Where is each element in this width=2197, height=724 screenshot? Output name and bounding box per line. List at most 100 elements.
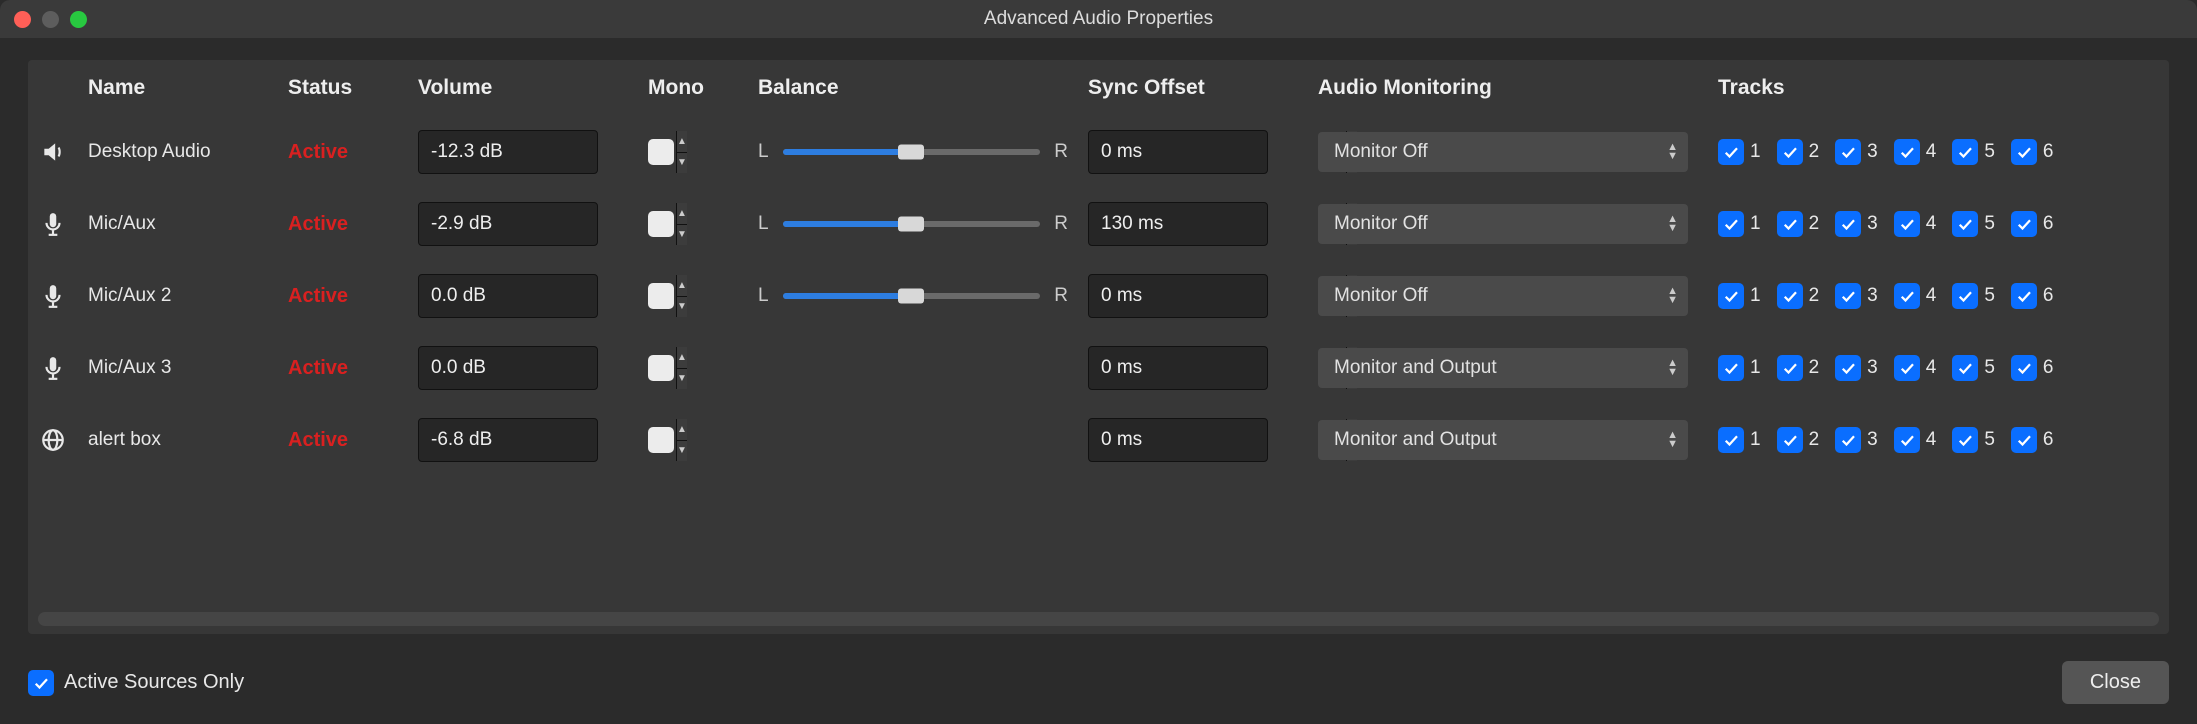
volume-input[interactable] [419,347,676,389]
mono-checkbox[interactable] [648,283,674,309]
track-6-checkbox[interactable] [2011,283,2037,309]
active-sources-only-checkbox[interactable] [28,670,54,696]
sync-offset-spinbox[interactable]: ▲ ▼ [1088,346,1268,390]
track-4-checkbox[interactable] [1894,211,1920,237]
track-2-checkbox[interactable] [1777,139,1803,165]
track-6-checkbox[interactable] [2011,139,2037,165]
speaker-icon [40,139,66,165]
track-3-checkbox[interactable] [1835,355,1861,381]
track-5-checkbox[interactable] [1952,427,1978,453]
monitoring-select[interactable]: Monitor Off ▲▼ [1318,204,1688,244]
track-4-checkbox[interactable] [1894,427,1920,453]
track-1-checkbox[interactable] [1718,139,1744,165]
track-label: 3 [1867,213,1878,235]
sync-offset-spinbox[interactable]: ▲ ▼ [1088,130,1268,174]
track-label: 4 [1926,141,1937,163]
window-close-button[interactable] [14,11,31,28]
monitoring-select[interactable]: Monitor Off ▲▼ [1318,132,1688,172]
mono-checkbox[interactable] [648,139,674,165]
sync-offset-input[interactable] [1089,275,1346,317]
horizontal-scrollbar[interactable] [38,612,2159,626]
mono-checkbox[interactable] [648,211,674,237]
monitoring-select[interactable]: Monitor and Output ▲▼ [1318,348,1688,388]
monitoring-select[interactable]: Monitor and Output ▲▼ [1318,420,1688,460]
sync-offset-spinbox[interactable]: ▲ ▼ [1088,274,1268,318]
monitoring-value: Monitor Off [1334,213,1428,235]
sync-offset-spinbox[interactable]: ▲ ▼ [1088,202,1268,246]
track-label: 2 [1809,141,1820,163]
volume-input[interactable] [419,131,676,173]
track-6-checkbox[interactable] [2011,211,2037,237]
sync-offset-input[interactable] [1089,203,1346,245]
volume-input[interactable] [419,203,676,245]
monitoring-value: Monitor Off [1334,285,1428,307]
track-4-checkbox[interactable] [1894,355,1920,381]
track-5-checkbox[interactable] [1952,139,1978,165]
header-sync: Sync Offset [1088,60,1318,116]
sync-offset-input[interactable] [1089,419,1346,461]
sync-offset-spinbox[interactable]: ▲ ▼ [1088,418,1268,462]
header-tracks: Tracks [1718,60,2169,116]
track-label: 1 [1750,357,1761,379]
dialog-footer: Active Sources Only Close [28,661,2169,704]
track-3-checkbox[interactable] [1835,139,1861,165]
header-name: Name [88,60,288,116]
track-2-checkbox[interactable] [1777,211,1803,237]
close-button[interactable]: Close [2062,661,2169,704]
sync-offset-input[interactable] [1089,131,1346,173]
monitoring-value: Monitor and Output [1334,357,1497,379]
header-mono: Mono [648,60,758,116]
track-6-checkbox[interactable] [2011,427,2037,453]
track-6-checkbox[interactable] [2011,355,2037,381]
sync-offset-input[interactable] [1089,347,1346,389]
track-2-checkbox[interactable] [1777,427,1803,453]
volume-spinbox[interactable]: ▲ ▼ [418,130,598,174]
header-status: Status [288,60,418,116]
track-label: 2 [1809,285,1820,307]
select-arrows-icon: ▲▼ [1667,143,1678,161]
track-label: 4 [1926,213,1937,235]
track-5-checkbox[interactable] [1952,283,1978,309]
track-2-checkbox[interactable] [1777,355,1803,381]
track-label: 3 [1867,357,1878,379]
track-2-checkbox[interactable] [1777,283,1803,309]
track-1-checkbox[interactable] [1718,211,1744,237]
track-3-checkbox[interactable] [1835,211,1861,237]
track-label: 5 [1984,285,1995,307]
volume-spinbox[interactable]: ▲ ▼ [418,346,598,390]
window-minimize-button[interactable] [42,11,59,28]
volume-input[interactable] [419,419,676,461]
track-label: 1 [1750,429,1761,451]
track-3-checkbox[interactable] [1835,427,1861,453]
balance-slider[interactable]: L R [758,213,1068,235]
source-row: Mic/AuxActive ▲ ▼ L R ▲ ▼ Monitor Off ▲▼… [28,188,2169,260]
volume-spinbox[interactable]: ▲ ▼ [418,274,598,318]
track-4-checkbox[interactable] [1894,283,1920,309]
track-label: 3 [1867,285,1878,307]
balance-slider[interactable]: L R [758,285,1068,307]
track-1-checkbox[interactable] [1718,283,1744,309]
select-arrows-icon: ▲▼ [1667,215,1678,233]
balance-right-label: R [1054,285,1068,307]
mono-checkbox[interactable] [648,355,674,381]
track-label: 5 [1984,213,1995,235]
source-name: Mic/Aux 2 [88,260,288,332]
mono-checkbox[interactable] [648,427,674,453]
volume-input[interactable] [419,275,676,317]
track-4-checkbox[interactable] [1894,139,1920,165]
track-label: 6 [2043,285,2054,307]
volume-spinbox[interactable]: ▲ ▼ [418,202,598,246]
balance-slider[interactable]: L R [758,141,1068,163]
track-5-checkbox[interactable] [1952,211,1978,237]
track-3-checkbox[interactable] [1835,283,1861,309]
window-zoom-button[interactable] [70,11,87,28]
monitoring-select[interactable]: Monitor Off ▲▼ [1318,276,1688,316]
volume-spinbox[interactable]: ▲ ▼ [418,418,598,462]
track-1-checkbox[interactable] [1718,427,1744,453]
track-label: 6 [2043,357,2054,379]
track-label: 1 [1750,213,1761,235]
track-1-checkbox[interactable] [1718,355,1744,381]
track-label: 3 [1867,429,1878,451]
track-5-checkbox[interactable] [1952,355,1978,381]
select-arrows-icon: ▲▼ [1667,359,1678,377]
